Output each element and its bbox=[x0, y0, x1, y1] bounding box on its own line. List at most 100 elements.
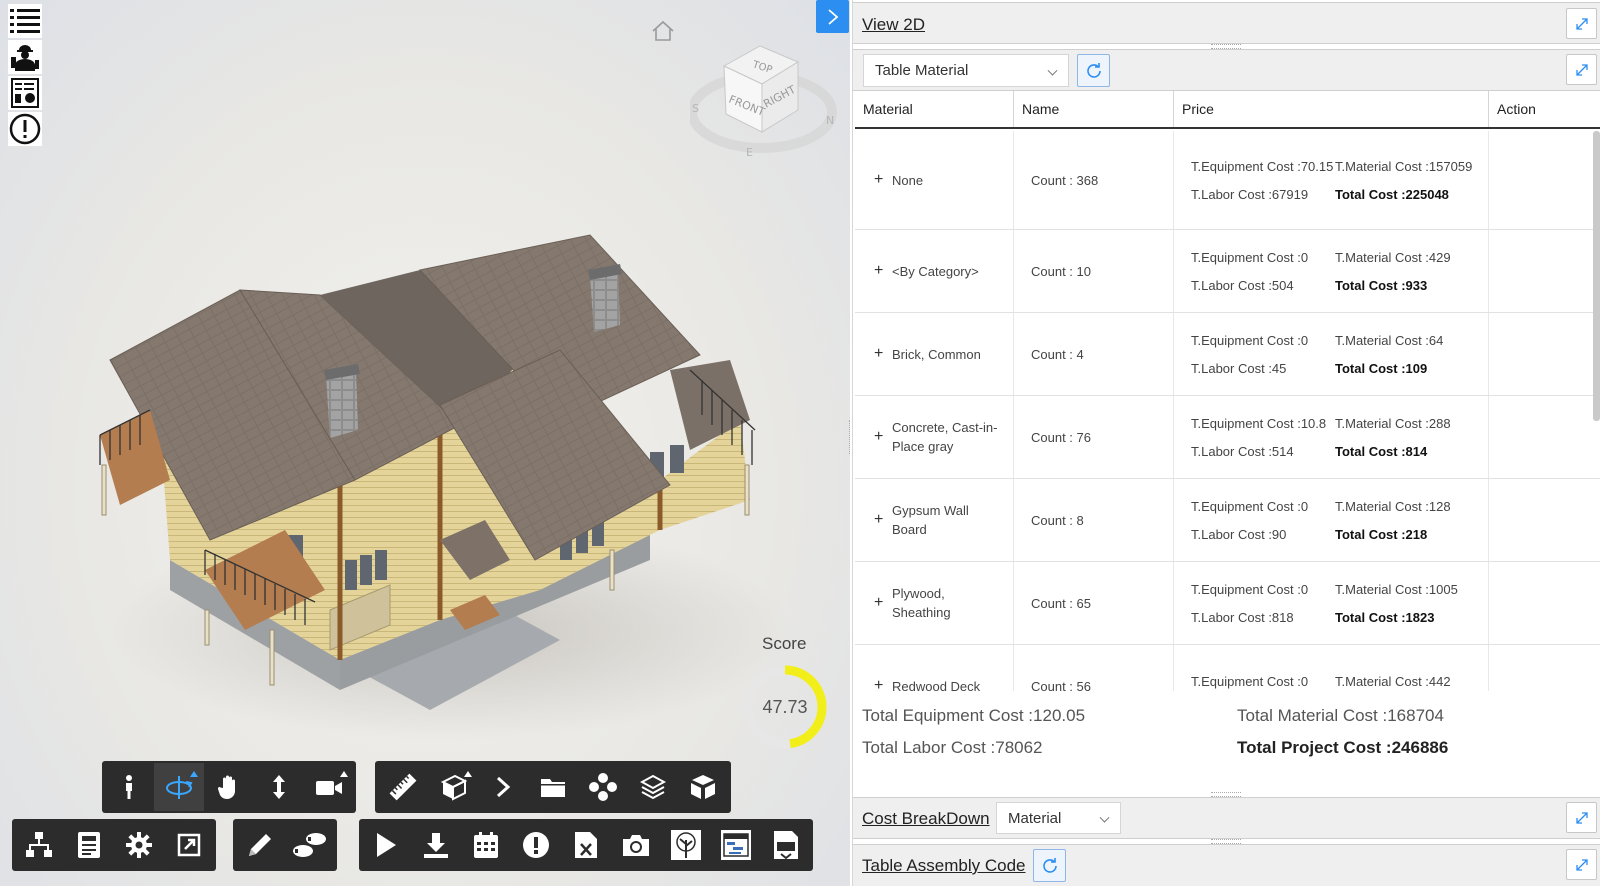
score-label: Score bbox=[762, 634, 807, 653]
model-tree-icon[interactable] bbox=[578, 763, 628, 811]
cost-breakdown-header: Cost BreakDown Material bbox=[853, 797, 1600, 839]
layers-icon[interactable] bbox=[628, 763, 678, 811]
table-row[interactable]: + Brick, Common Count : 4 T.Equipment Cost … bbox=[855, 313, 1600, 396]
material-count: Count : 10 bbox=[1031, 263, 1091, 279]
collapse-panel-button[interactable] bbox=[816, 0, 849, 33]
list-icon[interactable] bbox=[8, 4, 42, 38]
zoom-vertical-icon[interactable] bbox=[254, 763, 304, 811]
tree-icon[interactable] bbox=[661, 821, 711, 869]
model-viewer[interactable]: TOP FRONT RIGHT S N E Score 47.73 bbox=[0, 0, 850, 886]
section-box-icon[interactable] bbox=[428, 763, 478, 811]
steps-icon[interactable] bbox=[285, 821, 335, 869]
table-refresh-button[interactable] bbox=[1077, 54, 1110, 87]
table-row[interactable]: + None Count : 368 T.Equipment Cost :70.15 T… bbox=[855, 131, 1600, 230]
fullscreen-icon[interactable] bbox=[164, 821, 214, 869]
cost-breakdown-select[interactable]: Material bbox=[996, 802, 1121, 834]
assembly-refresh-button[interactable] bbox=[1033, 849, 1066, 882]
pencil-icon[interactable] bbox=[235, 821, 285, 869]
table-controls: Table Material bbox=[853, 49, 1600, 91]
view2d-title[interactable]: View 2D bbox=[862, 15, 925, 35]
chevron-right-icon[interactable] bbox=[478, 763, 528, 811]
table-row[interactable]: + Redwood Deck Count : 56 T.Equipment Cost … bbox=[855, 645, 1600, 691]
expand-plus-icon[interactable]: + bbox=[874, 677, 892, 691]
compass-s-label: S bbox=[692, 102, 699, 115]
total-cost: Total Cost :933 bbox=[1335, 277, 1428, 293]
pan-icon[interactable] bbox=[204, 763, 254, 811]
ruler-icon[interactable] bbox=[378, 763, 428, 811]
material-name: Redwood Deck bbox=[892, 678, 981, 692]
equipment-cost: T.Equipment Cost :0 bbox=[1191, 581, 1309, 597]
column-header-price[interactable]: Price bbox=[1174, 91, 1489, 127]
column-header-name[interactable]: Name bbox=[1014, 91, 1174, 127]
alert-icon[interactable] bbox=[511, 821, 561, 869]
walk-icon[interactable] bbox=[104, 763, 154, 811]
expand-plus-icon[interactable]: + bbox=[874, 594, 892, 612]
labor-cost: T.Labor Cost :45 bbox=[1191, 360, 1287, 376]
table-type-select[interactable]: Table Material bbox=[863, 54, 1069, 87]
expand-plus-icon[interactable]: + bbox=[874, 171, 892, 189]
material-table[interactable]: + None Count : 368 T.Equipment Cost :70.15 T… bbox=[855, 131, 1600, 691]
table-scrollbar[interactable] bbox=[1593, 131, 1600, 421]
price-cell: T.Equipment Cost :70.15 T.Material Cost :… bbox=[1174, 131, 1489, 229]
action-cell[interactable] bbox=[1489, 479, 1600, 561]
schedule-icon[interactable] bbox=[711, 821, 761, 869]
view-cube[interactable]: TOP FRONT RIGHT S N E bbox=[687, 40, 840, 160]
column-header-action[interactable]: Action bbox=[1489, 91, 1600, 127]
action-cell[interactable] bbox=[1489, 230, 1600, 312]
explode-cube-icon[interactable] bbox=[678, 763, 728, 811]
price-cell: T.Equipment Cost :0 T.Material Cost :442 bbox=[1174, 645, 1489, 691]
labor-cost: T.Labor Cost :90 bbox=[1191, 526, 1287, 542]
expand-plus-icon[interactable]: + bbox=[874, 345, 892, 363]
report-icon[interactable] bbox=[8, 76, 42, 110]
assembly-title[interactable]: Table Assembly Code bbox=[862, 856, 1025, 876]
action-cell[interactable] bbox=[1489, 313, 1600, 395]
total-cost: Total Cost :225048 bbox=[1335, 186, 1449, 202]
table-row[interactable]: + Gypsum Wall Board Count : 8 T.Equipment C… bbox=[855, 479, 1600, 562]
table-row[interactable]: + Plywood, Sheathing Count : 65 T.Equipment… bbox=[855, 562, 1600, 645]
export-toolbar bbox=[359, 819, 813, 871]
action-cell[interactable] bbox=[1489, 131, 1600, 229]
action-cell[interactable] bbox=[1489, 645, 1600, 691]
hierarchy-icon[interactable] bbox=[14, 821, 64, 869]
expand-plus-icon[interactable]: + bbox=[874, 428, 892, 446]
cost-breakdown-expand-button[interactable] bbox=[1566, 802, 1597, 833]
price-cell: T.Equipment Cost :10.8 T.Material Cost :2… bbox=[1174, 396, 1489, 478]
table-row[interactable]: + Concrete, Cast-in-Place gray Count : 76 T… bbox=[855, 396, 1600, 479]
refresh-icon bbox=[1086, 62, 1101, 78]
action-cell[interactable] bbox=[1489, 396, 1600, 478]
view2d-expand-button[interactable] bbox=[1566, 8, 1597, 39]
download-icon[interactable] bbox=[411, 821, 461, 869]
expand-plus-icon[interactable]: + bbox=[874, 511, 892, 529]
document-icon[interactable] bbox=[761, 821, 811, 869]
material-name: Concrete, Cast-in-Place gray bbox=[892, 420, 998, 454]
labor-cost: T.Labor Cost :514 bbox=[1191, 443, 1294, 459]
camera-icon[interactable] bbox=[304, 763, 354, 811]
folder-icon[interactable] bbox=[528, 763, 578, 811]
price-cell: T.Equipment Cost :0 T.Material Cost :1005… bbox=[1174, 562, 1489, 644]
worker-icon[interactable] bbox=[8, 40, 42, 74]
material-cost: T.Material Cost :429 bbox=[1335, 249, 1451, 265]
action-cell[interactable] bbox=[1489, 562, 1600, 644]
warning-circle-icon[interactable] bbox=[8, 112, 42, 146]
chevron-down-icon bbox=[1047, 65, 1058, 76]
properties-icon[interactable] bbox=[64, 821, 114, 869]
calendar-icon[interactable] bbox=[461, 821, 511, 869]
labor-cost: T.Labor Cost :818 bbox=[1191, 609, 1294, 625]
excel-icon[interactable] bbox=[561, 821, 611, 869]
column-header-material[interactable]: Material bbox=[855, 91, 1014, 127]
orbit-icon[interactable] bbox=[154, 763, 204, 811]
table-row[interactable]: + <By Category> Count : 10 T.Equipment Cost… bbox=[855, 230, 1600, 313]
cost-breakdown-title[interactable]: Cost BreakDown bbox=[862, 809, 990, 829]
table-expand-button[interactable] bbox=[1566, 54, 1597, 85]
total-cost: Total Cost :218 bbox=[1335, 526, 1428, 542]
house-model[interactable] bbox=[90, 230, 790, 740]
camera-snapshot-icon[interactable] bbox=[611, 821, 661, 869]
equipment-cost: T.Equipment Cost :0 bbox=[1191, 249, 1309, 265]
assembly-expand-button[interactable] bbox=[1566, 849, 1597, 880]
material-name: Plywood, Sheathing bbox=[892, 586, 951, 620]
play-icon[interactable] bbox=[361, 821, 411, 869]
material-cost: T.Material Cost :128 bbox=[1335, 498, 1451, 514]
home-icon[interactable] bbox=[651, 20, 675, 47]
expand-plus-icon[interactable]: + bbox=[874, 262, 892, 280]
settings-icon[interactable] bbox=[114, 821, 164, 869]
